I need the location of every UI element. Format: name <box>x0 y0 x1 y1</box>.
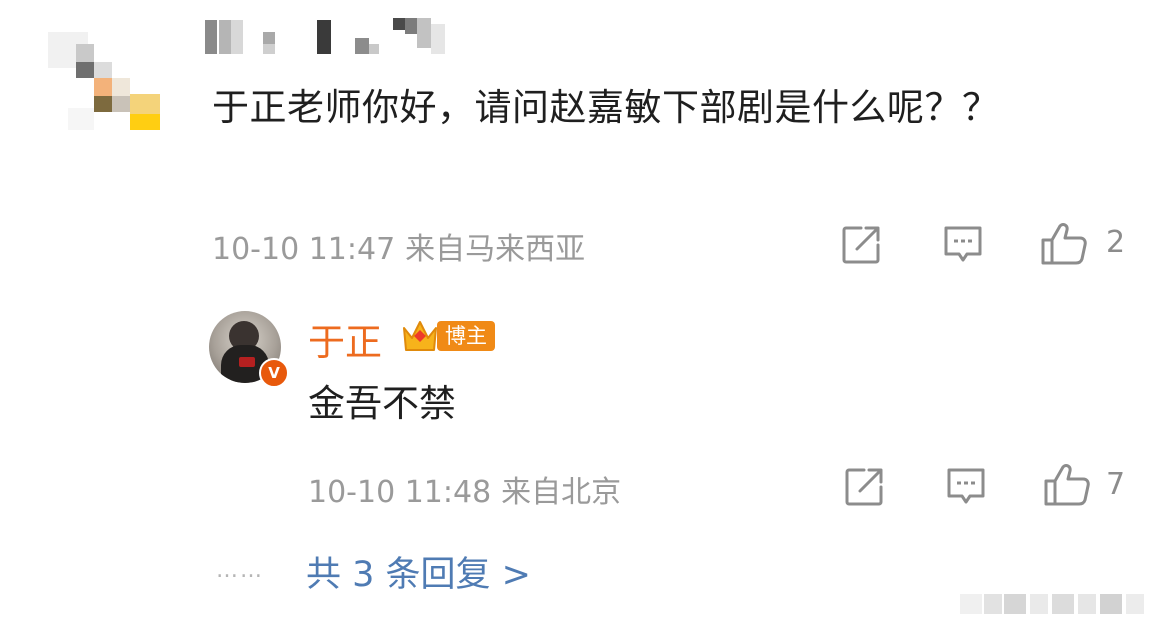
commenter-name-blurred[interactable] <box>205 18 455 58</box>
blogger-badge: 博主 <box>437 321 495 351</box>
commenter-avatar[interactable] <box>48 18 160 130</box>
comment-text: 于正老师你好，请问赵嘉敏下部剧是什么呢？？ <box>212 86 1000 129</box>
reply-comment-icon[interactable] <box>945 466 987 508</box>
comment-like-count: 2 <box>1106 225 1126 260</box>
more-replies-link[interactable]: 共 3 条回复 > <box>306 546 531 597</box>
comment-location: 来自马来西亚 <box>405 232 586 267</box>
reply-username[interactable]: 于正 <box>308 312 382 366</box>
reply-location: 来自北京 <box>501 475 622 510</box>
like-icon[interactable] <box>1040 222 1090 266</box>
share-icon[interactable] <box>841 225 881 265</box>
comment-time: 10-10 11:47 <box>212 232 396 267</box>
reply-text: 金吾不禁 <box>308 382 456 425</box>
reply-share-icon[interactable] <box>844 467 884 507</box>
verified-badge: V <box>259 358 289 388</box>
reply-like-icon[interactable] <box>1043 463 1093 507</box>
comment-icon[interactable] <box>942 224 984 266</box>
reply-like-count: 7 <box>1106 467 1126 502</box>
thread-dots: …… <box>216 558 264 583</box>
reply-time: 10-10 11:48 <box>308 475 492 510</box>
comment-meta: 10-10 11:47 来自马来西亚 <box>212 224 585 268</box>
reply-meta: 10-10 11:48 来自北京 <box>308 467 621 511</box>
watermark-blurred <box>960 588 1160 618</box>
